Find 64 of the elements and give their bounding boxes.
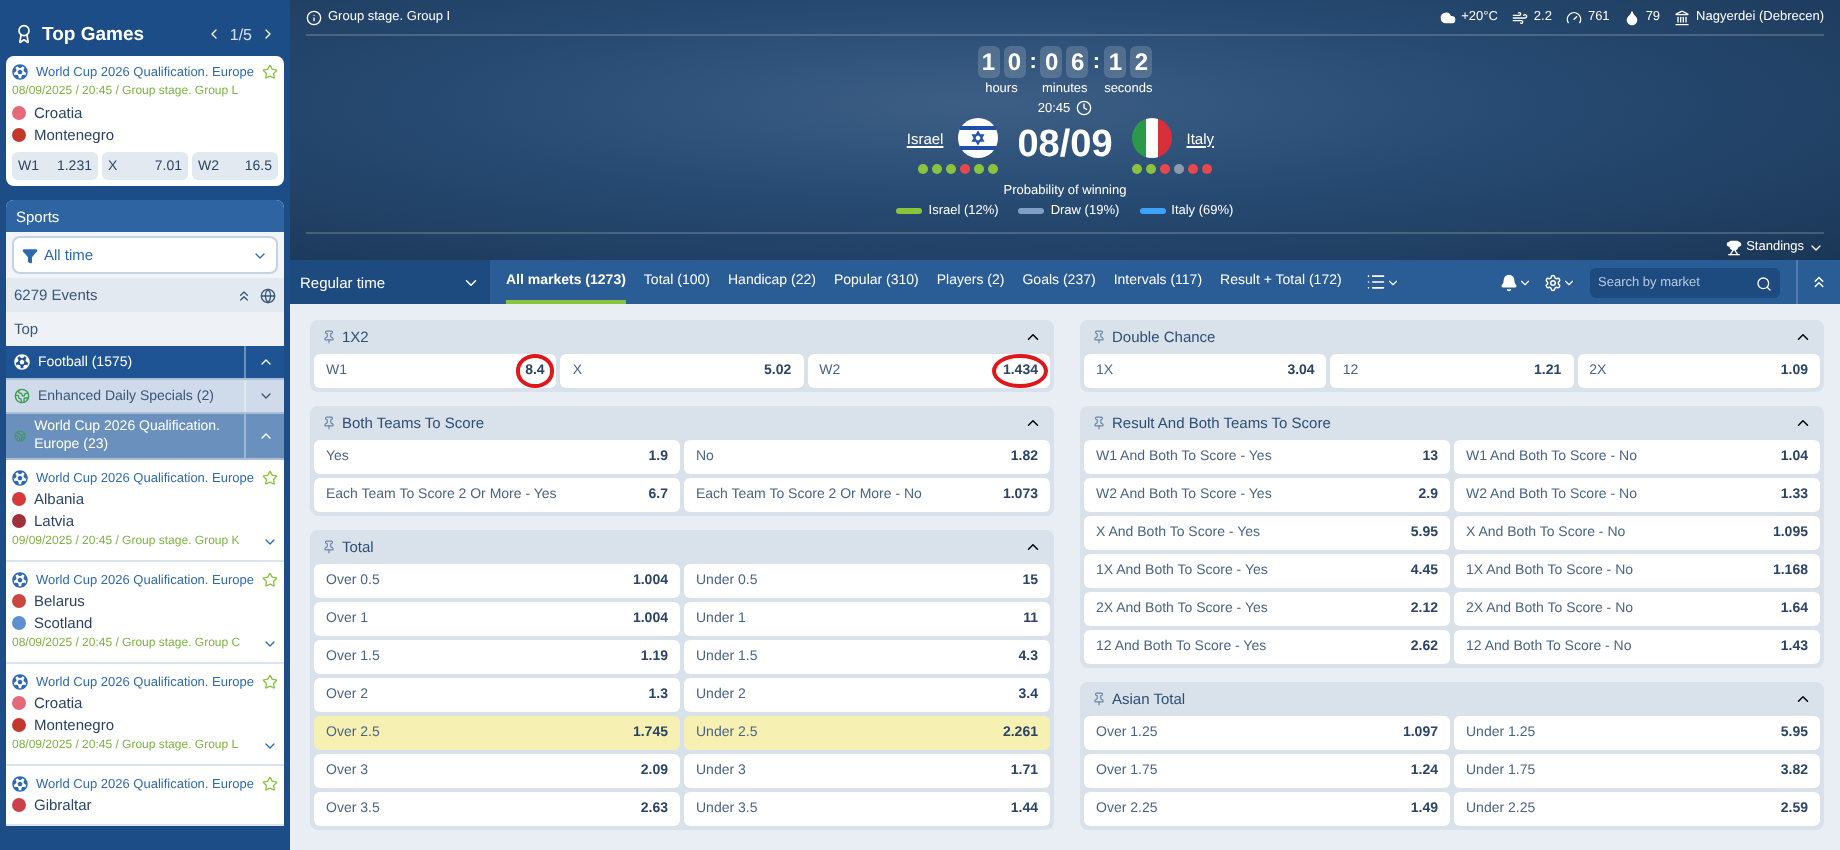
- pin-icon[interactable]: [322, 330, 336, 344]
- gauge-icon: [1565, 9, 1582, 25]
- football-icon: [12, 470, 28, 486]
- countdown-digit: 0: [1040, 46, 1063, 78]
- star-icon[interactable]: [262, 674, 278, 690]
- football-icon: [12, 64, 28, 80]
- countdown-separator: :: [1029, 48, 1037, 78]
- pin-icon[interactable]: [322, 416, 336, 430]
- pin-icon[interactable]: [322, 540, 336, 554]
- match-date: 08/09: [1017, 124, 1113, 168]
- star-icon[interactable]: [262, 470, 278, 486]
- info-icon: [306, 9, 322, 25]
- pin-icon[interactable]: [1092, 692, 1106, 706]
- chevron-down-icon[interactable]: [262, 534, 278, 550]
- football-icon: [12, 674, 28, 690]
- chevron-up-icon[interactable]: [1794, 690, 1812, 708]
- chevron-down-icon[interactable]: [262, 738, 278, 754]
- medal-icon: [14, 24, 34, 44]
- globe-icon[interactable]: [260, 287, 276, 303]
- star-icon[interactable]: [262, 572, 278, 588]
- countdown-digit: 2: [1130, 46, 1153, 78]
- chevron-down-icon: [1562, 275, 1576, 289]
- chevron-up-icon[interactable]: [1024, 538, 1042, 556]
- globe-icon: [14, 428, 27, 444]
- chevron-up-icon[interactable]: [1794, 414, 1812, 432]
- chevron-up-icon: [257, 428, 273, 444]
- globe-icon: [14, 388, 30, 404]
- star-icon[interactable]: [262, 64, 278, 80]
- chevron-down-icon: [257, 388, 273, 404]
- settings-icon: [1544, 273, 1562, 291]
- chevron-down-icon: [1518, 275, 1532, 289]
- football-icon: [14, 354, 30, 370]
- chevron-up-icon: [257, 354, 273, 370]
- chevron-up-icon[interactable]: [1024, 328, 1042, 346]
- chevron-up-icon[interactable]: [1024, 414, 1042, 432]
- pin-icon[interactable]: [1092, 416, 1106, 430]
- chevron-down-icon: [1385, 275, 1400, 289]
- cloud-icon: [1439, 9, 1456, 25]
- next-icon[interactable]: [260, 26, 276, 42]
- trophy-icon: [1726, 239, 1743, 255]
- filter-icon: [22, 247, 38, 263]
- countdown-digit: 1: [977, 46, 1000, 78]
- countdown-digit: 1: [1104, 46, 1127, 78]
- star-icon[interactable]: [262, 776, 278, 792]
- football-icon: [12, 776, 28, 792]
- flag-icon: [1132, 118, 1173, 158]
- clock-icon: [1076, 100, 1093, 116]
- droplet-icon: [1623, 9, 1640, 25]
- flag-icon: [957, 118, 998, 158]
- chevron-down-icon[interactable]: [262, 636, 278, 652]
- collapse-icon[interactable]: [236, 287, 252, 303]
- countdown-separator: :: [1092, 48, 1101, 78]
- search-icon[interactable]: [1756, 275, 1772, 291]
- pin-icon[interactable]: [1092, 330, 1106, 344]
- countdown-digit: 0: [1003, 46, 1026, 78]
- football-icon: [12, 572, 28, 588]
- stadium-icon: [1674, 9, 1691, 25]
- pager-text: 1/5: [229, 25, 252, 43]
- bell-icon: [1500, 273, 1518, 291]
- wind-icon: [1511, 9, 1528, 25]
- double-chevron-up-icon: [1810, 272, 1828, 292]
- section-title: Top Games: [42, 23, 147, 45]
- chevron-up-icon[interactable]: [1794, 328, 1812, 346]
- countdown-digit: 6: [1066, 46, 1089, 78]
